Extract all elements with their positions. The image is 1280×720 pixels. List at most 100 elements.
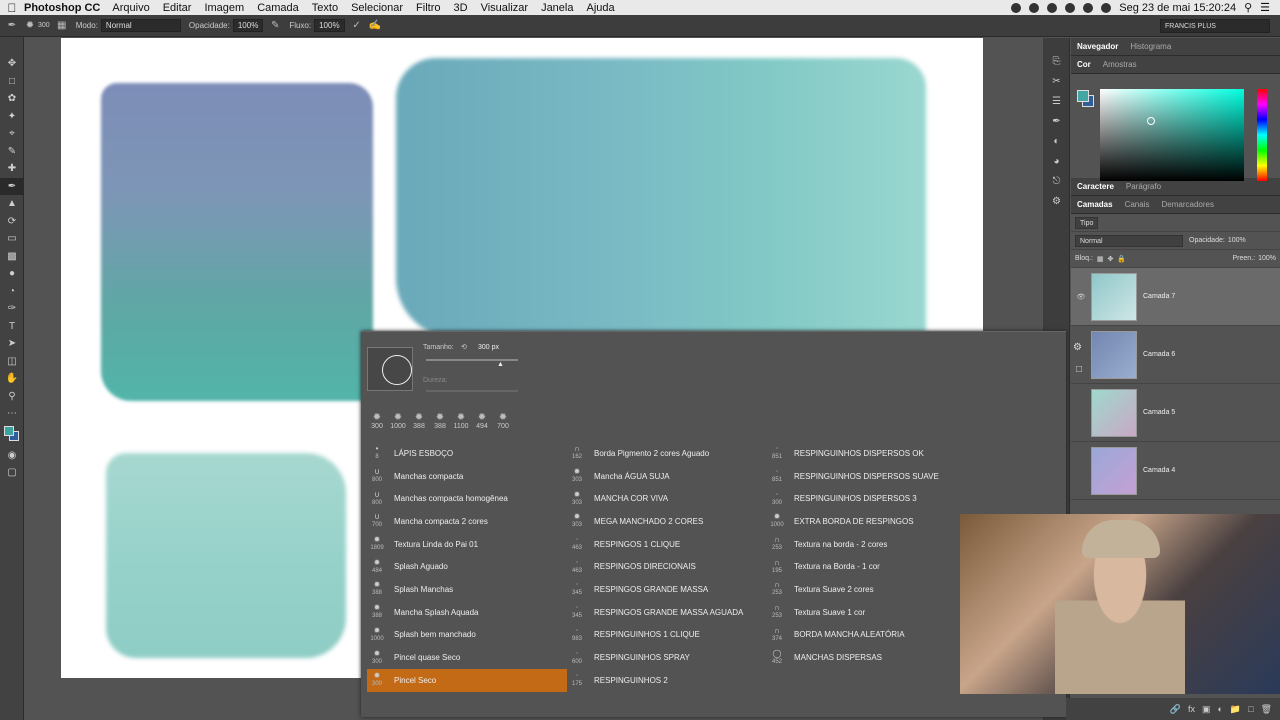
mode-select[interactable]: Normal [100, 19, 181, 32]
brush-preset-item[interactable]: ⋅ 300 RESPINGUINHOS DISPERSOS 3 [767, 487, 967, 510]
extension-icon[interactable] [1047, 2, 1058, 13]
lasso-tool-icon[interactable]: ✿ [0, 90, 24, 108]
panel-icon-strip-grip[interactable] [1043, 38, 1069, 52]
layer-thumbnail[interactable] [1091, 388, 1137, 437]
new-layer-icon[interactable]: □ [1248, 704, 1253, 714]
brush-preset-item[interactable]: ∩ 253 Textura Suave 1 cor [767, 601, 967, 624]
brush-preset-item[interactable]: ⋅ 345 RESPINGOS GRANDE MASSA [567, 578, 767, 601]
brush-preset-item[interactable]: ✹ 303 MEGA MANCHADO 2 CORES [567, 510, 767, 533]
adjustments-icon[interactable]: ◐ [1043, 132, 1070, 152]
brush-preset-item[interactable]: ⋅ 175 RESPINGUINHOS 2 [567, 669, 767, 692]
recent-brush[interactable]: ✹ 388 [411, 412, 427, 430]
reset-size-icon[interactable]: ⟲ [461, 343, 467, 351]
dodge-tool-icon[interactable]: ◔ [0, 283, 24, 301]
layer-name[interactable]: Camada 7 [1143, 293, 1175, 300]
brush-preset-item[interactable]: ✹ 388 Mancha Splash Aquada [367, 601, 567, 624]
battery-icon[interactable] [1101, 2, 1112, 13]
path-select-tool-icon[interactable]: ➤ [0, 335, 24, 353]
brush-preset-item[interactable]: ✹ 303 Mancha ÁGUA SUJA [567, 465, 767, 488]
color-swatches[interactable] [0, 423, 24, 447]
menu-selecionar[interactable]: Selecionar [351, 2, 403, 14]
brush-size-readout[interactable]: 300 [38, 22, 50, 29]
quick-mask-icon[interactable]: ◉ [0, 447, 24, 465]
size-slider-handle[interactable]: ▲ [497, 361, 504, 368]
brush-preset-icon[interactable]: ✹ [24, 20, 36, 32]
brush-preset-item[interactable]: ⋅ 463 RESPINGOS DIRECIONAIS [567, 555, 767, 578]
recent-brush[interactable]: ✹ 388 [432, 412, 448, 430]
tab-amostras[interactable]: Amostras [1097, 60, 1143, 69]
clock[interactable]: Seg 23 de mai 15:20:24 [1119, 2, 1236, 14]
layer-thumbnail[interactable] [1091, 330, 1137, 379]
pressure-opacity-icon[interactable]: ✎ [269, 20, 281, 32]
menu-filtro[interactable]: Filtro [416, 2, 440, 14]
tab-paragrafo[interactable]: Parágrafo [1120, 182, 1167, 191]
recent-brush[interactable]: ✹ 494 [474, 412, 490, 430]
healing-tool-icon[interactable]: ✚ [0, 160, 24, 178]
tab-camadas[interactable]: Camadas [1071, 200, 1119, 209]
menu-ajuda[interactable]: Ajuda [586, 2, 614, 14]
more-tools-icon[interactable]: ⋯ [0, 405, 24, 423]
link-layers-icon[interactable]: 🔗 [1170, 704, 1181, 715]
eyedropper-tool-icon[interactable]: ✎ [0, 143, 24, 161]
flow-field[interactable]: 100% [314, 19, 345, 32]
brush-tool-icon[interactable]: ✒ [0, 177, 24, 195]
recent-brush[interactable]: ✹ 1000 [390, 412, 406, 430]
quick-select-tool-icon[interactable]: ✦ [0, 108, 24, 126]
brush-preset-item[interactable]: ∩ 374 BORDA MANCHA ALEATÓRIA [767, 624, 967, 647]
brush-preset-item[interactable]: ⋅ 851 RESPINGUINHOS DISPERSOS SUAVE [767, 465, 967, 488]
gradient-tool-icon[interactable]: ▩ [0, 248, 24, 266]
brush-preset-item[interactable]: ✹ 300 Pincel quase Seco [367, 646, 567, 669]
tab-navegador[interactable]: Navegador [1071, 42, 1124, 51]
brush-tip-preview[interactable] [367, 347, 413, 391]
menu-visualizar[interactable]: Visualizar [481, 2, 529, 14]
pen-tool-icon[interactable]: ✑ [0, 300, 24, 318]
layer-name[interactable]: Camada 4 [1143, 467, 1175, 474]
crop-tool-icon[interactable]: ⌖ [0, 125, 24, 143]
menu-janela[interactable]: Janela [541, 2, 573, 14]
search-icon[interactable]: ⚲ [1244, 1, 1252, 14]
recent-brush[interactable]: ✹ 300 [369, 412, 385, 430]
foreground-color-swatch[interactable] [4, 425, 14, 436]
history-brush-tool-icon[interactable]: ⟳ [0, 213, 24, 231]
stamp-tool-icon[interactable]: ▲ [0, 195, 24, 213]
menu-3d[interactable]: 3D [454, 2, 468, 14]
opacity-field[interactable]: 100% [232, 19, 264, 32]
pressure-size-icon[interactable]: ✍ [369, 20, 381, 32]
menu-editar[interactable]: Editar [163, 2, 192, 14]
wifi-icon[interactable] [1065, 2, 1076, 13]
fill-field[interactable]: 100% [1258, 255, 1276, 262]
volume-icon[interactable] [1083, 2, 1094, 13]
clone-source-icon[interactable]: ⎋ [1043, 172, 1070, 192]
eraser-tool-icon[interactable]: ▭ [0, 230, 24, 248]
history-panel-icon[interactable]: ⎘ [1043, 52, 1070, 72]
layer-name[interactable]: Camada 6 [1143, 351, 1175, 358]
adjustment-layer-icon[interactable]: ◐ [1217, 704, 1222, 714]
group-icon[interactable]: 📁 [1230, 704, 1241, 715]
lock-pixels-icon[interactable]: ▦ [1097, 255, 1104, 263]
brush-panel-toggle-icon[interactable]: ▦ [56, 20, 68, 32]
gear-icon[interactable]: ⚙ [1073, 342, 1082, 353]
layer-thumbnail[interactable] [1091, 272, 1137, 321]
tab-histograma[interactable]: Histograma [1124, 42, 1177, 51]
brush-preset-item[interactable]: ⋅ 600 RESPINGUINHOS SPRAY [567, 646, 767, 669]
brush-preset-item[interactable]: ✹ 303 MANCHA COR VIVA [567, 487, 767, 510]
blend-mode-select[interactable]: Normal [1075, 234, 1183, 247]
brush-preset-item[interactable]: ✹ 1000 EXTRA BORDA DE RESPINGOS [767, 510, 967, 533]
brush-preset-item[interactable]: • 8 LÁPIS ESBOÇO [367, 442, 567, 465]
airbrush-icon[interactable]: ✓ [351, 20, 363, 32]
fx-icon[interactable]: fx [1188, 704, 1195, 714]
brush-preset-item-selected[interactable]: ✹ 300 Pincel Seco [367, 668, 567, 692]
record-icon[interactable] [1011, 2, 1022, 13]
marquee-tool-icon[interactable]: □ [0, 73, 24, 91]
tab-demarcadores[interactable]: Demarcadores [1155, 200, 1219, 209]
blur-tool-icon[interactable]: ● [0, 265, 24, 283]
tab-canais[interactable]: Canais [1119, 200, 1156, 209]
recent-brush[interactable]: ✹ 700 [495, 412, 511, 430]
move-tool-icon[interactable]: ✥ [0, 55, 24, 73]
layer-mask-icon[interactable]: ▣ [1202, 704, 1211, 715]
brush-tool-icon[interactable]: ✒ [6, 20, 18, 32]
app-name[interactable]: Photoshop CC [24, 2, 100, 14]
lock-position-icon[interactable]: ✥ [1108, 255, 1114, 263]
layer-row[interactable]: Camada 5 [1071, 384, 1280, 442]
brush-preset-item[interactable]: ✹ 484 Splash Aguado [367, 555, 567, 578]
